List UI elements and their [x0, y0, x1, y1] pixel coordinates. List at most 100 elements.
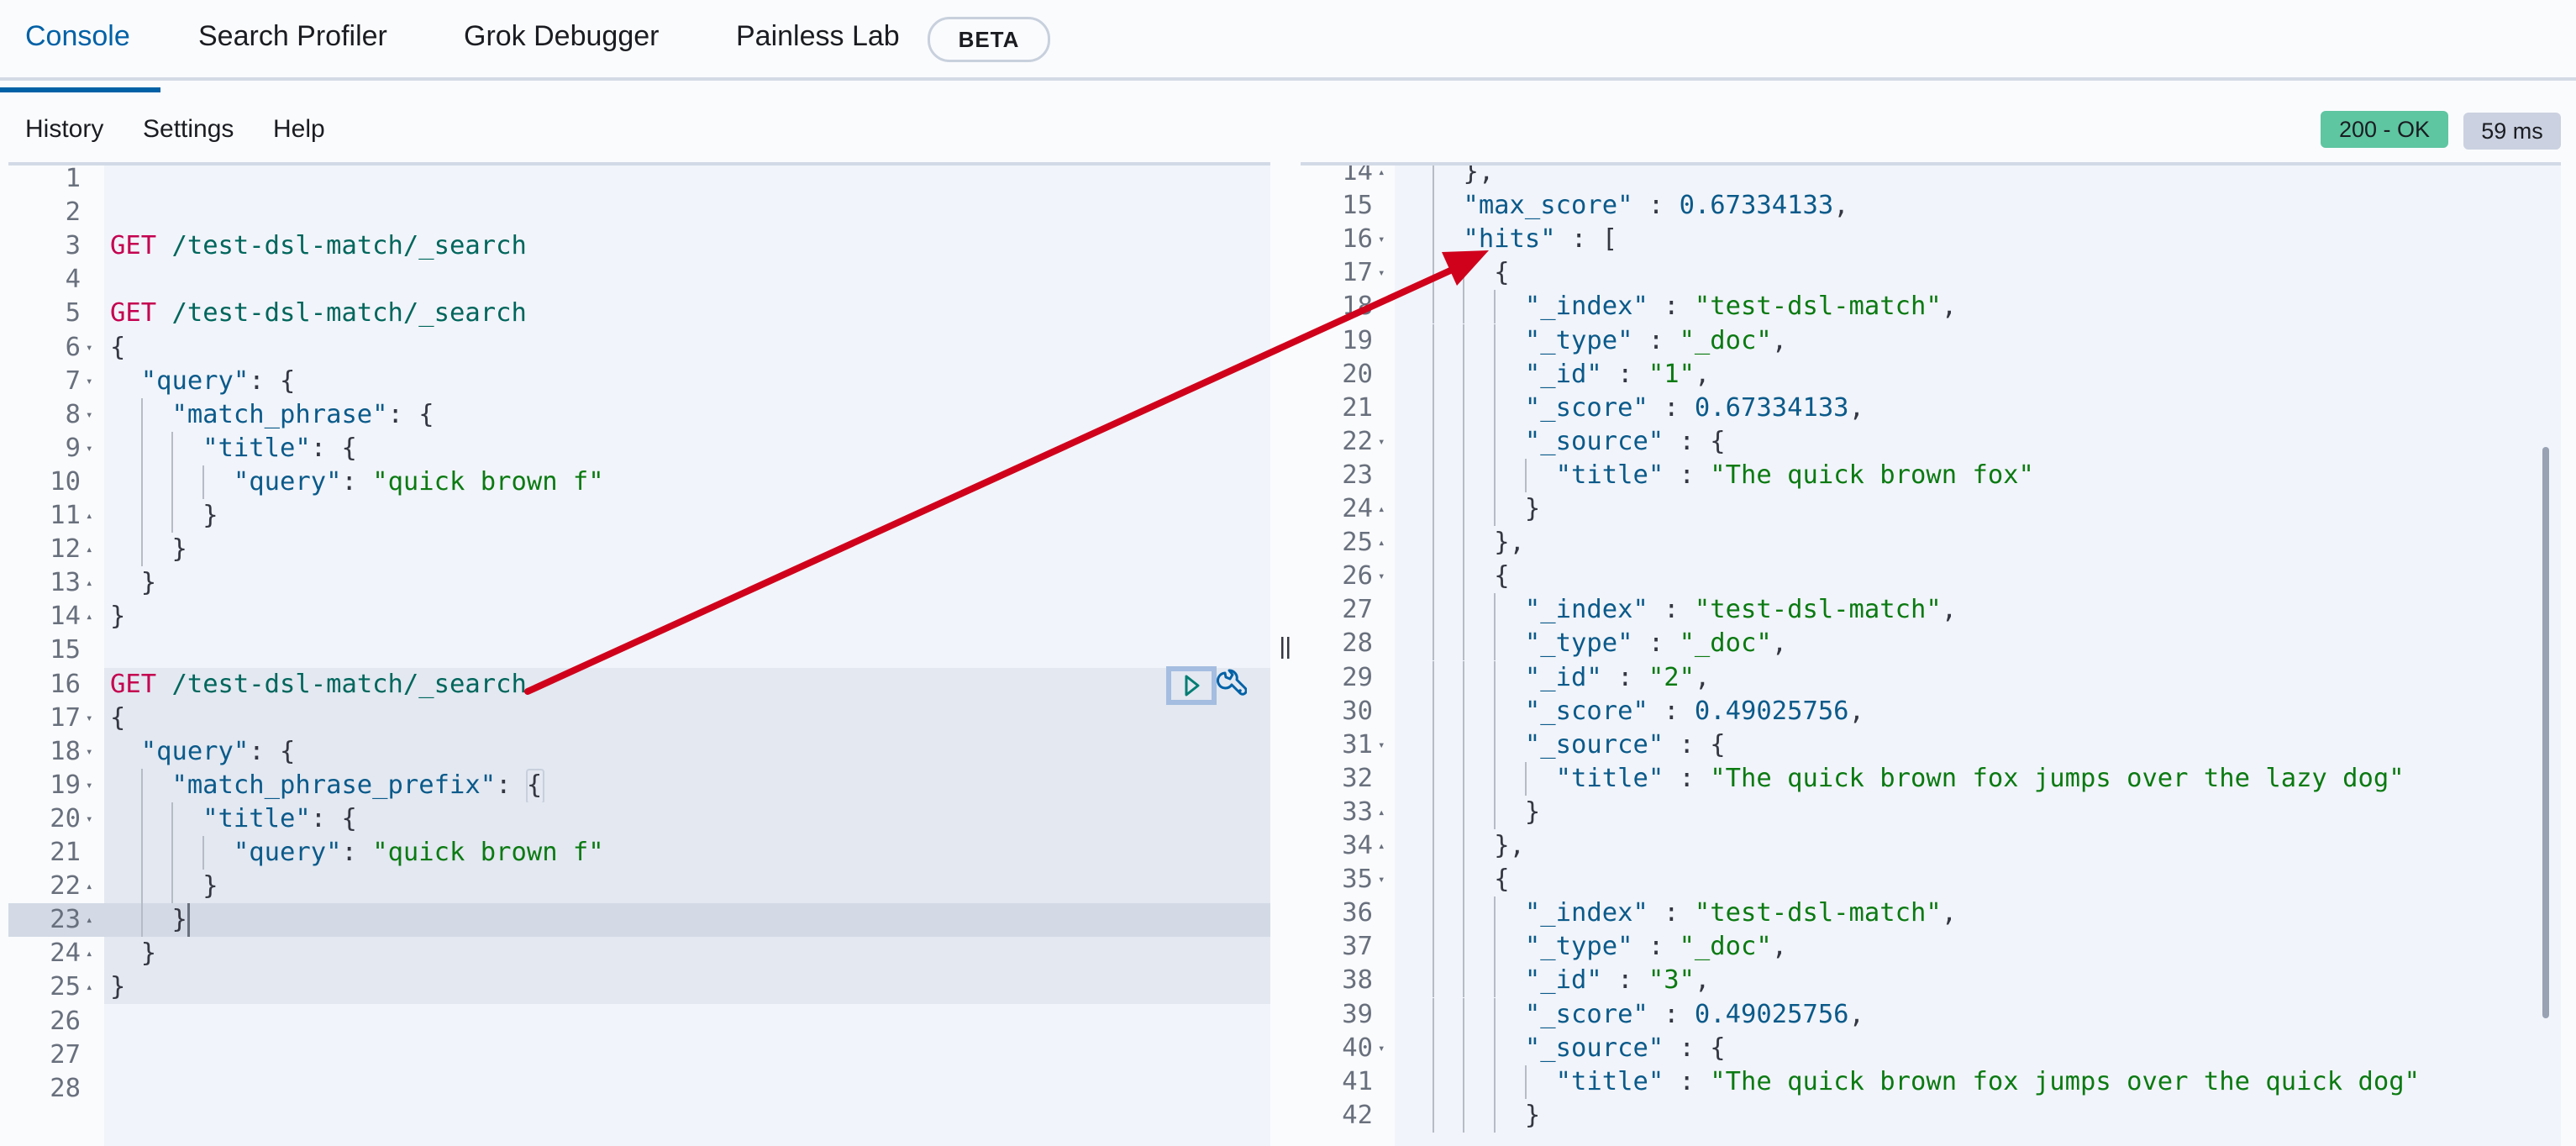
fold-caret-down-icon[interactable]: ▾	[86, 432, 99, 465]
code-line[interactable]: 42 }	[1301, 1098, 2561, 1133]
run-request-button[interactable]	[1166, 666, 1217, 705]
code-line[interactable]: 1	[8, 166, 1270, 196]
code-line[interactable]: 31 ▾ "_source" : {	[1301, 728, 2561, 762]
code-line[interactable]: 27	[8, 1038, 1270, 1072]
help-link[interactable]: Help	[273, 113, 325, 146]
code-line[interactable]: 5 GET /test-dsl-match/_search	[8, 297, 1270, 330]
code-line[interactable]: 13 ▴ }	[8, 566, 1270, 600]
code-line[interactable]: 19 "_type" : "_doc",	[1301, 323, 2561, 358]
tab-grok-debugger[interactable]: Grok Debugger	[464, 15, 659, 74]
code-line[interactable]: 20 "_id" : "1",	[1301, 357, 2561, 392]
code-line[interactable]: 24 ▴ }	[50, 937, 1270, 971]
code-line[interactable]: 15	[8, 633, 1270, 667]
code-line[interactable]: 8 ▾ "match_phrase": {	[8, 397, 1270, 432]
code-line[interactable]: 16 ▾ "hits" : [	[1301, 223, 2561, 257]
fold-caret-down-icon[interactable]: ▾	[1378, 560, 1391, 593]
fold-caret-down-icon[interactable]: ▾	[86, 802, 99, 836]
request-settings-button[interactable]	[1217, 668, 1248, 702]
fold-caret-up-icon[interactable]: ▴	[86, 870, 99, 903]
code-line[interactable]: 34 ▴ },	[1301, 829, 2561, 863]
code-line[interactable]: 37 "_type" : "_doc",	[1301, 930, 2561, 965]
fold-caret-up-icon[interactable]: ▴	[1378, 166, 1391, 189]
fold-caret-down-icon[interactable]: ▾	[86, 702, 99, 735]
code-line[interactable]: 29 "_id" : "2",	[1301, 660, 2561, 695]
code-line[interactable]: 17 ▾ {	[1301, 256, 2561, 291]
code-line[interactable]: 25 ▴}	[50, 970, 1270, 1005]
pane-resize-handle[interactable]	[1279, 632, 1292, 665]
code-line[interactable]: 33 ▴ }	[1301, 795, 2561, 829]
code-line[interactable]: 2	[8, 196, 1270, 229]
code-line[interactable]: 10 "query": "quick brown f"	[8, 465, 1270, 499]
code-line[interactable]: 35 ▾ {	[1301, 863, 2561, 897]
code-line[interactable]: 17 ▾ {	[50, 701, 1270, 735]
fold-caret-up-icon[interactable]: ▴	[86, 533, 99, 566]
code-line[interactable]: 15 "max_score" : 0.67334133,	[1301, 189, 2561, 223]
response-scrollbar[interactable]	[2542, 447, 2549, 1018]
fold-caret-up-icon[interactable]: ▴	[1378, 492, 1391, 526]
code-line[interactable]: 3 GET /test-dsl-match/_search	[8, 229, 1270, 263]
fold-caret-up-icon[interactable]: ▴	[86, 903, 99, 937]
code-line[interactable]: 26 ▾ {	[1301, 560, 2561, 594]
response-editor[interactable]: 14 ▴ }, 15 "max_score" : 0.67334133, 16 ▾ "h…	[1301, 162, 2561, 1146]
code-line[interactable]: 19 ▾ "match_phrase_prefix": {	[50, 768, 1270, 804]
code-line[interactable]: 18 ▾ "query": {	[50, 734, 1270, 769]
code-line[interactable]: 27 "_index" : "test-dsl-match",	[1301, 593, 2561, 628]
tab-painless-lab[interactable]: Painless Lab	[736, 15, 900, 74]
code-line[interactable]: 9 ▾ "title": {	[8, 431, 1270, 465]
settings-link[interactable]: Settings	[143, 113, 234, 146]
code-line[interactable]: 22 ▾ "_source" : {	[1301, 424, 2561, 459]
code-line[interactable]: 28	[8, 1072, 1270, 1106]
code-line[interactable]: 22 ▴ }	[50, 870, 1270, 904]
code-line[interactable]: 41 "title" : "The quick brown fox jumps …	[1301, 1065, 2561, 1099]
code-line[interactable]: 30 "_score" : 0.49025756,	[1301, 694, 2561, 728]
code-line[interactable]: 4	[8, 263, 1270, 297]
code-line[interactable]: 32 "title" : "The quick brown fox jumps …	[1301, 761, 2561, 796]
fold-caret-down-icon[interactable]: ▾	[1378, 223, 1391, 256]
code-line[interactable]: 40 ▾ "_source" : {	[1301, 1031, 2561, 1065]
code-line[interactable]: 6 ▾ {	[8, 331, 1270, 365]
code-line[interactable]: 25 ▴ },	[1301, 526, 2561, 560]
code-line[interactable]: 24 ▴ }	[1301, 492, 2561, 526]
code-line[interactable]: 11 ▴ }	[8, 499, 1270, 533]
code-line[interactable]: 12 ▴ }	[8, 533, 1270, 567]
code-line[interactable]: 26	[8, 1005, 1270, 1038]
code-line[interactable]: 21 "_score" : 0.67334133,	[1301, 391, 2561, 425]
fold-caret-down-icon[interactable]: ▾	[1378, 256, 1391, 290]
fold-caret-up-icon[interactable]: ▴	[86, 970, 99, 1004]
code-line[interactable]: 36 "_index" : "test-dsl-match",	[1301, 896, 2561, 931]
line-number: 37	[1342, 932, 1373, 962]
code-line[interactable]: 14 ▴}	[8, 600, 1270, 633]
code-line[interactable]: 14 ▴ },	[1301, 166, 2561, 189]
fold-caret-up-icon[interactable]: ▴	[86, 499, 99, 533]
fold-caret-down-icon[interactable]: ▾	[86, 331, 99, 365]
fold-caret-down-icon[interactable]: ▾	[86, 365, 99, 398]
code-line[interactable]: 39 "_score" : 0.49025756,	[1301, 997, 2561, 1032]
fold-caret-down-icon[interactable]: ▾	[1378, 728, 1391, 762]
code-line[interactable]: 20 ▾ "title": {	[50, 802, 1270, 836]
tab-search-profiler[interactable]: Search Profiler	[198, 15, 387, 74]
fold-caret-down-icon[interactable]: ▾	[86, 769, 99, 802]
fold-caret-up-icon[interactable]: ▴	[86, 600, 99, 633]
fold-caret-down-icon[interactable]: ▾	[86, 398, 99, 432]
tab-console[interactable]: Console	[0, 15, 160, 92]
code-line[interactable]: 18 "_index" : "test-dsl-match",	[1301, 290, 2561, 324]
fold-caret-up-icon[interactable]: ▴	[86, 937, 99, 970]
code-line[interactable]: 23 "title" : "The quick brown fox"	[1301, 458, 2561, 492]
fold-caret-down-icon[interactable]: ▾	[1378, 1032, 1391, 1065]
fold-caret-down-icon[interactable]: ▾	[1378, 863, 1391, 896]
fold-caret-up-icon[interactable]: ▴	[86, 566, 99, 600]
fold-caret-down-icon[interactable]: ▾	[86, 735, 99, 769]
fold-caret-up-icon[interactable]: ▴	[1378, 829, 1391, 863]
fold-caret-up-icon[interactable]: ▴	[1378, 796, 1391, 829]
fold-caret-down-icon[interactable]: ▾	[1378, 425, 1391, 459]
request-editor[interactable]: 1 2 3 GET /test-dsl-match/_search 4 5 GET /tes…	[8, 162, 1270, 1146]
code-line[interactable]: 7 ▾ "query": {	[8, 365, 1270, 398]
history-link[interactable]: History	[25, 113, 103, 146]
code-line[interactable]: 16 GET /test-dsl-match/_search	[50, 667, 1270, 702]
code-line[interactable]: 28 "_type" : "_doc",	[1301, 627, 2561, 661]
code-line[interactable]: 23 ▴ }	[8, 903, 1270, 938]
code-line[interactable]: 38 "_id" : "3",	[1301, 964, 2561, 998]
fold-caret-up-icon[interactable]: ▴	[1378, 526, 1391, 560]
code-line[interactable]: 21 "query": "quick brown f"	[50, 836, 1270, 870]
